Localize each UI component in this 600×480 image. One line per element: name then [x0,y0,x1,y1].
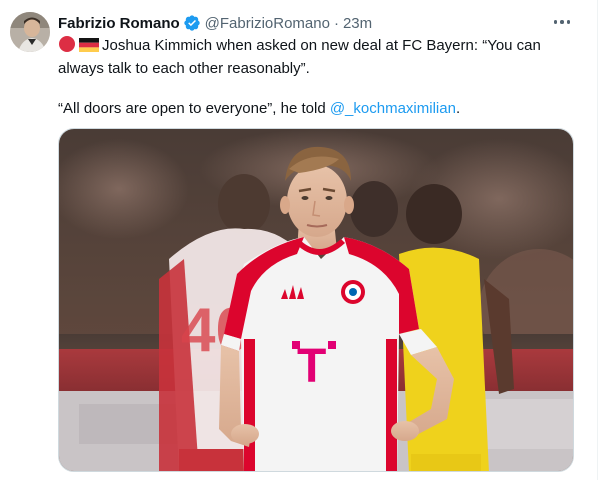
tweet-text: Joshua Kimmich when asked on new deal at… [58,35,578,119]
author-name[interactable]: Fabrizio Romano [58,15,180,32]
tweet-card[interactable]: Fabrizio Romano @FabrizioRomano · 23m Jo… [0,0,598,480]
separator-dot: · [333,14,339,32]
tweet-media-photo[interactable]: 40 T [58,128,574,472]
tweet-header: Fabrizio Romano @FabrizioRomano · 23m [58,13,372,33]
timestamp[interactable]: 23m [343,15,372,32]
more-options-icon[interactable] [549,12,575,32]
red-circle-emoji [58,35,76,59]
tweet-line-2-suffix: . [455,100,461,117]
tweet-paragraph-1: Joshua Kimmich when asked on new deal at… [58,35,578,79]
tweet-line-1: Joshua Kimmich when asked on new deal at… [58,37,541,77]
avatar[interactable] [10,12,50,52]
tweet-line-2-prefix: “All doors are open to everyone”, he tol… [58,100,330,117]
author-handle[interactable]: @FabrizioRomano [205,15,330,32]
germany-flag-emoji [79,37,99,59]
mention-link[interactable]: @_kochmaximilian [330,100,456,117]
avatar-image [10,12,50,52]
svg-text:T: T [297,340,326,393]
verified-badge-icon [183,14,201,32]
football-player-photo: 40 T [59,129,573,471]
tweet-paragraph-2: “All doors are open to everyone”, he tol… [58,99,578,119]
